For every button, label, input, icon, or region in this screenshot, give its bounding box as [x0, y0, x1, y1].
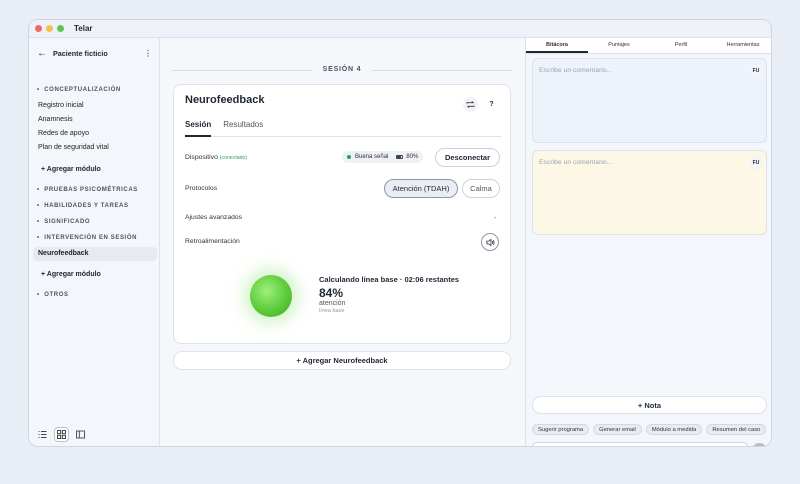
patient-name: Paciente ficticio: [53, 48, 108, 58]
sidebar: ← Paciente ficticio ⋮ • CONCEPTUALIZACIÓ…: [29, 38, 160, 446]
add-note-button[interactable]: + Nota: [532, 396, 767, 414]
list-icon: [38, 431, 47, 438]
sidebar-item-redes-de-apoyo[interactable]: Redes de apoyo: [38, 130, 89, 137]
tab-herramientas[interactable]: Herramientas: [712, 38, 771, 53]
ai-suggestion-chips: Sugerir programa Generar email Módulo a …: [532, 424, 770, 435]
view-switcher: [35, 427, 92, 442]
signal-text: Buena señal: [355, 154, 389, 160]
signal-dot-icon: [347, 155, 351, 159]
swap-button[interactable]: [463, 97, 478, 112]
comment-placeholder: Escribe un comentario...: [539, 67, 613, 74]
chip-modulo-medida[interactable]: Módulo a medida: [645, 424, 703, 435]
attention-label: atención: [319, 300, 346, 307]
list-view-button[interactable]: [35, 427, 50, 442]
swap-icon: [466, 101, 475, 108]
attention-percent: 84%: [319, 286, 344, 300]
sidebar-item-plan-seguridad[interactable]: Plan de seguridad vital: [38, 144, 109, 151]
chip-resumen-caso[interactable]: Resumen del caso: [706, 424, 767, 435]
baseline-status: Calculando línea base · 02:06 restantes: [319, 275, 460, 284]
device-status: (conectado): [219, 155, 248, 161]
section-otros[interactable]: • OTROS: [37, 292, 69, 298]
minimize-window-button[interactable]: [46, 25, 53, 32]
section-significado[interactable]: • SIGNIFICADO: [37, 219, 90, 225]
notes-tabs: Bitácora Puntajes Perfil Herramientas: [526, 38, 771, 54]
author-avatar: FU: [749, 64, 763, 78]
comment-note-1[interactable]: Escribe un comentario... FU: [532, 58, 767, 143]
attention-orb: [250, 275, 292, 317]
tab-bitacora[interactable]: Bitácora: [526, 38, 588, 53]
battery-level: 80%: [406, 154, 419, 160]
chip-generar-email[interactable]: Generar email: [593, 424, 642, 435]
section-pruebas[interactable]: • PRUEBAS PSICOMÉTRICAS: [37, 187, 138, 193]
battery-icon: [396, 155, 404, 159]
neurofeedback-card: Neurofeedback ? Sesión Resultados Dispos…: [173, 84, 511, 344]
protocols-label: Protocolos: [185, 185, 218, 192]
disconnect-button[interactable]: Desconectar: [435, 148, 500, 167]
feedback-audio-button[interactable]: [481, 233, 499, 251]
panel-icon: [76, 430, 85, 439]
tab-resultados[interactable]: Resultados: [223, 120, 263, 137]
app-title: Telar: [74, 24, 93, 33]
feedback-label: Retroalimentación: [185, 238, 240, 245]
advanced-settings-label[interactable]: Ajustes avanzados: [185, 214, 242, 221]
panel-view-button[interactable]: [73, 427, 88, 442]
help-button[interactable]: ?: [484, 97, 499, 112]
signal-status-pill: Buena señal 80%: [342, 151, 424, 163]
app-window: Telar ← Paciente ficticio ⋮ • CONCEPTUAL…: [28, 19, 772, 447]
send-button[interactable]: [752, 443, 767, 446]
protocol-calma-button[interactable]: Calma: [462, 179, 500, 198]
patient-header: ← Paciente ficticio ⋮: [37, 47, 152, 59]
main-area: SESIÓN 4 Neurofeedback ? Sesión Resultad…: [160, 38, 622, 446]
tab-perfil[interactable]: Perfil: [650, 38, 712, 53]
tab-puntajes[interactable]: Puntajes: [588, 38, 650, 53]
card-title: Neurofeedback: [185, 94, 265, 106]
notes-panel: Bitácora Puntajes Perfil Herramientas Es…: [525, 38, 771, 446]
author-avatar-2: FU: [749, 156, 763, 170]
comment-note-2[interactable]: Escribe un comentario... FU: [532, 150, 767, 235]
close-window-button[interactable]: [35, 25, 42, 32]
sidebar-item-registro-inicial[interactable]: Registro inicial: [38, 102, 84, 109]
comment-placeholder-2: Escribe un comentario...: [539, 159, 613, 166]
session-label: SESIÓN 4: [160, 66, 524, 73]
add-module-button[interactable]: + Agregar módulo: [41, 166, 101, 173]
section-habilidades[interactable]: • HABILIDADES Y TAREAS: [37, 203, 129, 209]
tab-sesion[interactable]: Sesión: [185, 120, 212, 137]
back-arrow-icon[interactable]: ←: [37, 48, 47, 59]
title-bar: Telar: [29, 20, 771, 38]
baseline-label: línea base: [319, 308, 345, 314]
sidebar-item-neurofeedback[interactable]: Neurofeedback: [33, 247, 157, 261]
add-neurofeedback-button[interactable]: + Agregar Neurofeedback: [173, 351, 511, 370]
section-intervencion[interactable]: • INTERVENCIÓN EN SESIÓN: [37, 235, 137, 241]
ai-question-input[interactable]: [532, 442, 748, 446]
sidebar-item-anamnesis[interactable]: Anamnesis: [38, 116, 73, 123]
chip-sugerir-programa[interactable]: Sugerir programa: [532, 424, 590, 435]
zoom-window-button[interactable]: [57, 25, 64, 32]
advanced-settings-value: -: [494, 215, 497, 222]
card-tabs: Sesión Resultados: [185, 120, 501, 137]
more-options-icon[interactable]: ⋮: [144, 49, 152, 58]
protocol-atencion-button[interactable]: Atención (TDAH): [384, 179, 458, 198]
grid-icon: [57, 430, 66, 439]
device-label: Dispositivo (conectado): [185, 154, 248, 161]
add-module-button-2[interactable]: + Agregar módulo: [41, 271, 101, 278]
section-conceptualizacion[interactable]: • CONCEPTUALIZACIÓN: [37, 87, 121, 93]
speaker-icon: [485, 238, 494, 246]
grid-view-button[interactable]: [54, 427, 69, 442]
